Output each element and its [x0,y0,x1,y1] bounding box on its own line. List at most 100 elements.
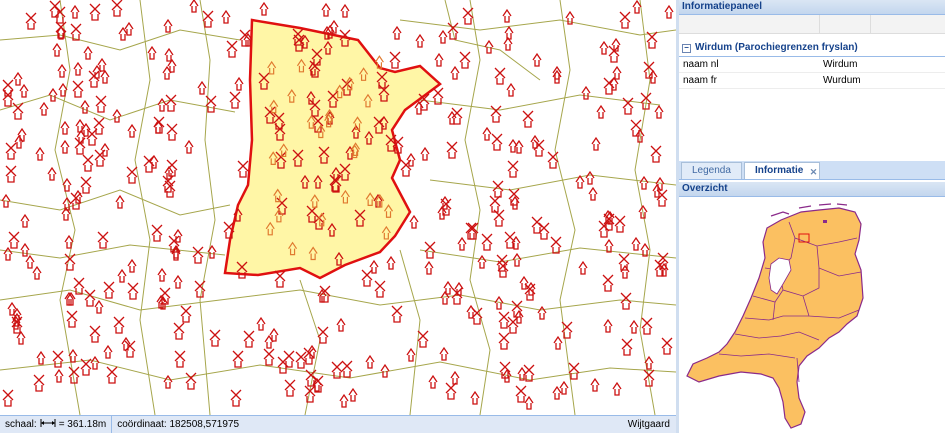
church-marker-icon[interactable] [243,330,255,348]
church-marker-icon[interactable] [2,389,14,407]
church-marker-icon[interactable] [552,69,562,84]
church-marker-icon[interactable] [490,105,502,123]
church-marker-icon[interactable] [115,194,125,209]
church-marker-icon[interactable] [629,319,639,334]
church-marker-icon[interactable] [591,136,601,151]
church-marker-icon[interactable] [506,82,516,97]
church-marker-icon[interactable] [502,8,512,23]
church-marker-icon[interactable] [157,267,167,282]
church-marker-icon[interactable] [189,0,199,13]
church-marker-icon[interactable] [655,176,665,191]
church-marker-icon[interactable] [2,79,14,97]
church-marker-icon[interactable] [80,358,92,376]
church-marker-icon[interactable] [185,372,197,390]
church-marker-icon[interactable] [614,215,626,233]
church-marker-icon[interactable] [165,94,177,112]
church-marker-icon[interactable] [157,97,167,112]
church-marker-icon[interactable] [622,97,634,115]
church-marker-icon[interactable] [650,145,662,163]
church-marker-icon[interactable] [237,160,249,178]
church-marker-icon[interactable] [83,45,93,60]
church-marker-icon[interactable] [263,348,275,366]
church-marker-icon[interactable] [457,236,467,251]
church-marker-icon[interactable] [94,299,104,314]
church-marker-icon[interactable] [95,95,107,113]
church-marker-icon[interactable] [568,362,580,380]
church-marker-icon[interactable] [514,139,524,154]
church-marker-icon[interactable] [97,231,109,249]
church-marker-icon[interactable] [106,366,118,384]
collapse-icon[interactable]: − [682,43,691,53]
church-marker-icon[interactable] [127,258,137,273]
church-marker-icon[interactable] [295,351,307,369]
church-marker-icon[interactable] [84,289,96,307]
church-marker-icon[interactable] [499,361,511,379]
church-marker-icon[interactable] [100,69,110,84]
church-marker-icon[interactable] [581,85,591,100]
church-marker-icon[interactable] [194,280,206,298]
church-marker-icon[interactable] [482,126,492,141]
church-marker-icon[interactable] [232,350,244,368]
church-marker-icon[interactable] [503,36,513,51]
church-marker-icon[interactable] [515,385,527,403]
church-marker-icon[interactable] [552,65,562,80]
church-marker-icon[interactable] [259,1,269,16]
church-marker-icon[interactable] [603,318,613,333]
church-marker-icon[interactable] [149,154,159,169]
church-marker-icon[interactable] [604,238,614,253]
church-marker-icon[interactable] [599,40,609,55]
church-marker-icon[interactable] [654,104,664,119]
church-marker-icon[interactable] [340,3,350,18]
church-marker-icon[interactable] [588,186,598,201]
church-marker-icon[interactable] [621,338,633,356]
church-marker-icon[interactable] [75,118,85,133]
church-marker-icon[interactable] [13,71,23,86]
church-marker-icon[interactable] [17,127,27,142]
church-marker-icon[interactable] [417,330,429,348]
church-marker-icon[interactable] [82,154,94,172]
church-marker-icon[interactable] [103,344,113,359]
church-marker-icon[interactable] [317,326,329,344]
church-marker-icon[interactable] [127,123,137,138]
church-marker-icon[interactable] [283,350,295,368]
tab-informatie[interactable]: Informatie ✕ [743,162,821,179]
church-marker-icon[interactable] [192,246,204,264]
church-marker-icon[interactable] [489,195,501,213]
church-marker-icon[interactable] [80,176,92,194]
church-marker-icon[interactable] [424,241,436,259]
church-marker-icon[interactable] [180,305,192,323]
church-marker-icon[interactable] [508,188,520,206]
church-marker-icon[interactable] [221,9,231,24]
church-marker-icon[interactable] [33,374,45,392]
church-marker-icon[interactable] [336,317,346,332]
church-marker-icon[interactable] [561,321,573,339]
church-marker-icon[interactable] [497,260,509,278]
church-marker-icon[interactable] [438,29,448,44]
church-marker-icon[interactable] [406,347,416,362]
church-marker-icon[interactable] [596,104,606,119]
church-marker-icon[interactable] [73,277,85,295]
church-marker-icon[interactable] [374,280,386,298]
church-marker-icon[interactable] [602,274,614,292]
church-marker-icon[interactable] [590,377,600,392]
church-marker-icon[interactable] [8,231,20,249]
church-marker-icon[interactable] [74,137,86,155]
church-marker-icon[interactable] [409,214,419,229]
tab-legenda[interactable]: Legenda [681,162,742,179]
church-marker-icon[interactable] [389,51,401,69]
church-marker-icon[interactable] [331,361,343,379]
church-marker-icon[interactable] [60,139,70,154]
church-marker-icon[interactable] [184,139,194,154]
church-marker-icon[interactable] [25,12,37,30]
church-marker-icon[interactable] [229,91,241,109]
church-marker-icon[interactable] [16,330,26,345]
church-marker-icon[interactable] [619,11,631,29]
church-marker-icon[interactable] [72,80,84,98]
church-marker-icon[interactable] [151,224,163,242]
church-marker-icon[interactable] [630,119,642,137]
church-marker-icon[interactable] [103,281,115,299]
church-marker-icon[interactable] [66,310,78,328]
church-marker-icon[interactable] [89,3,101,21]
church-marker-icon[interactable] [70,4,80,19]
church-marker-icon[interactable] [462,7,474,25]
